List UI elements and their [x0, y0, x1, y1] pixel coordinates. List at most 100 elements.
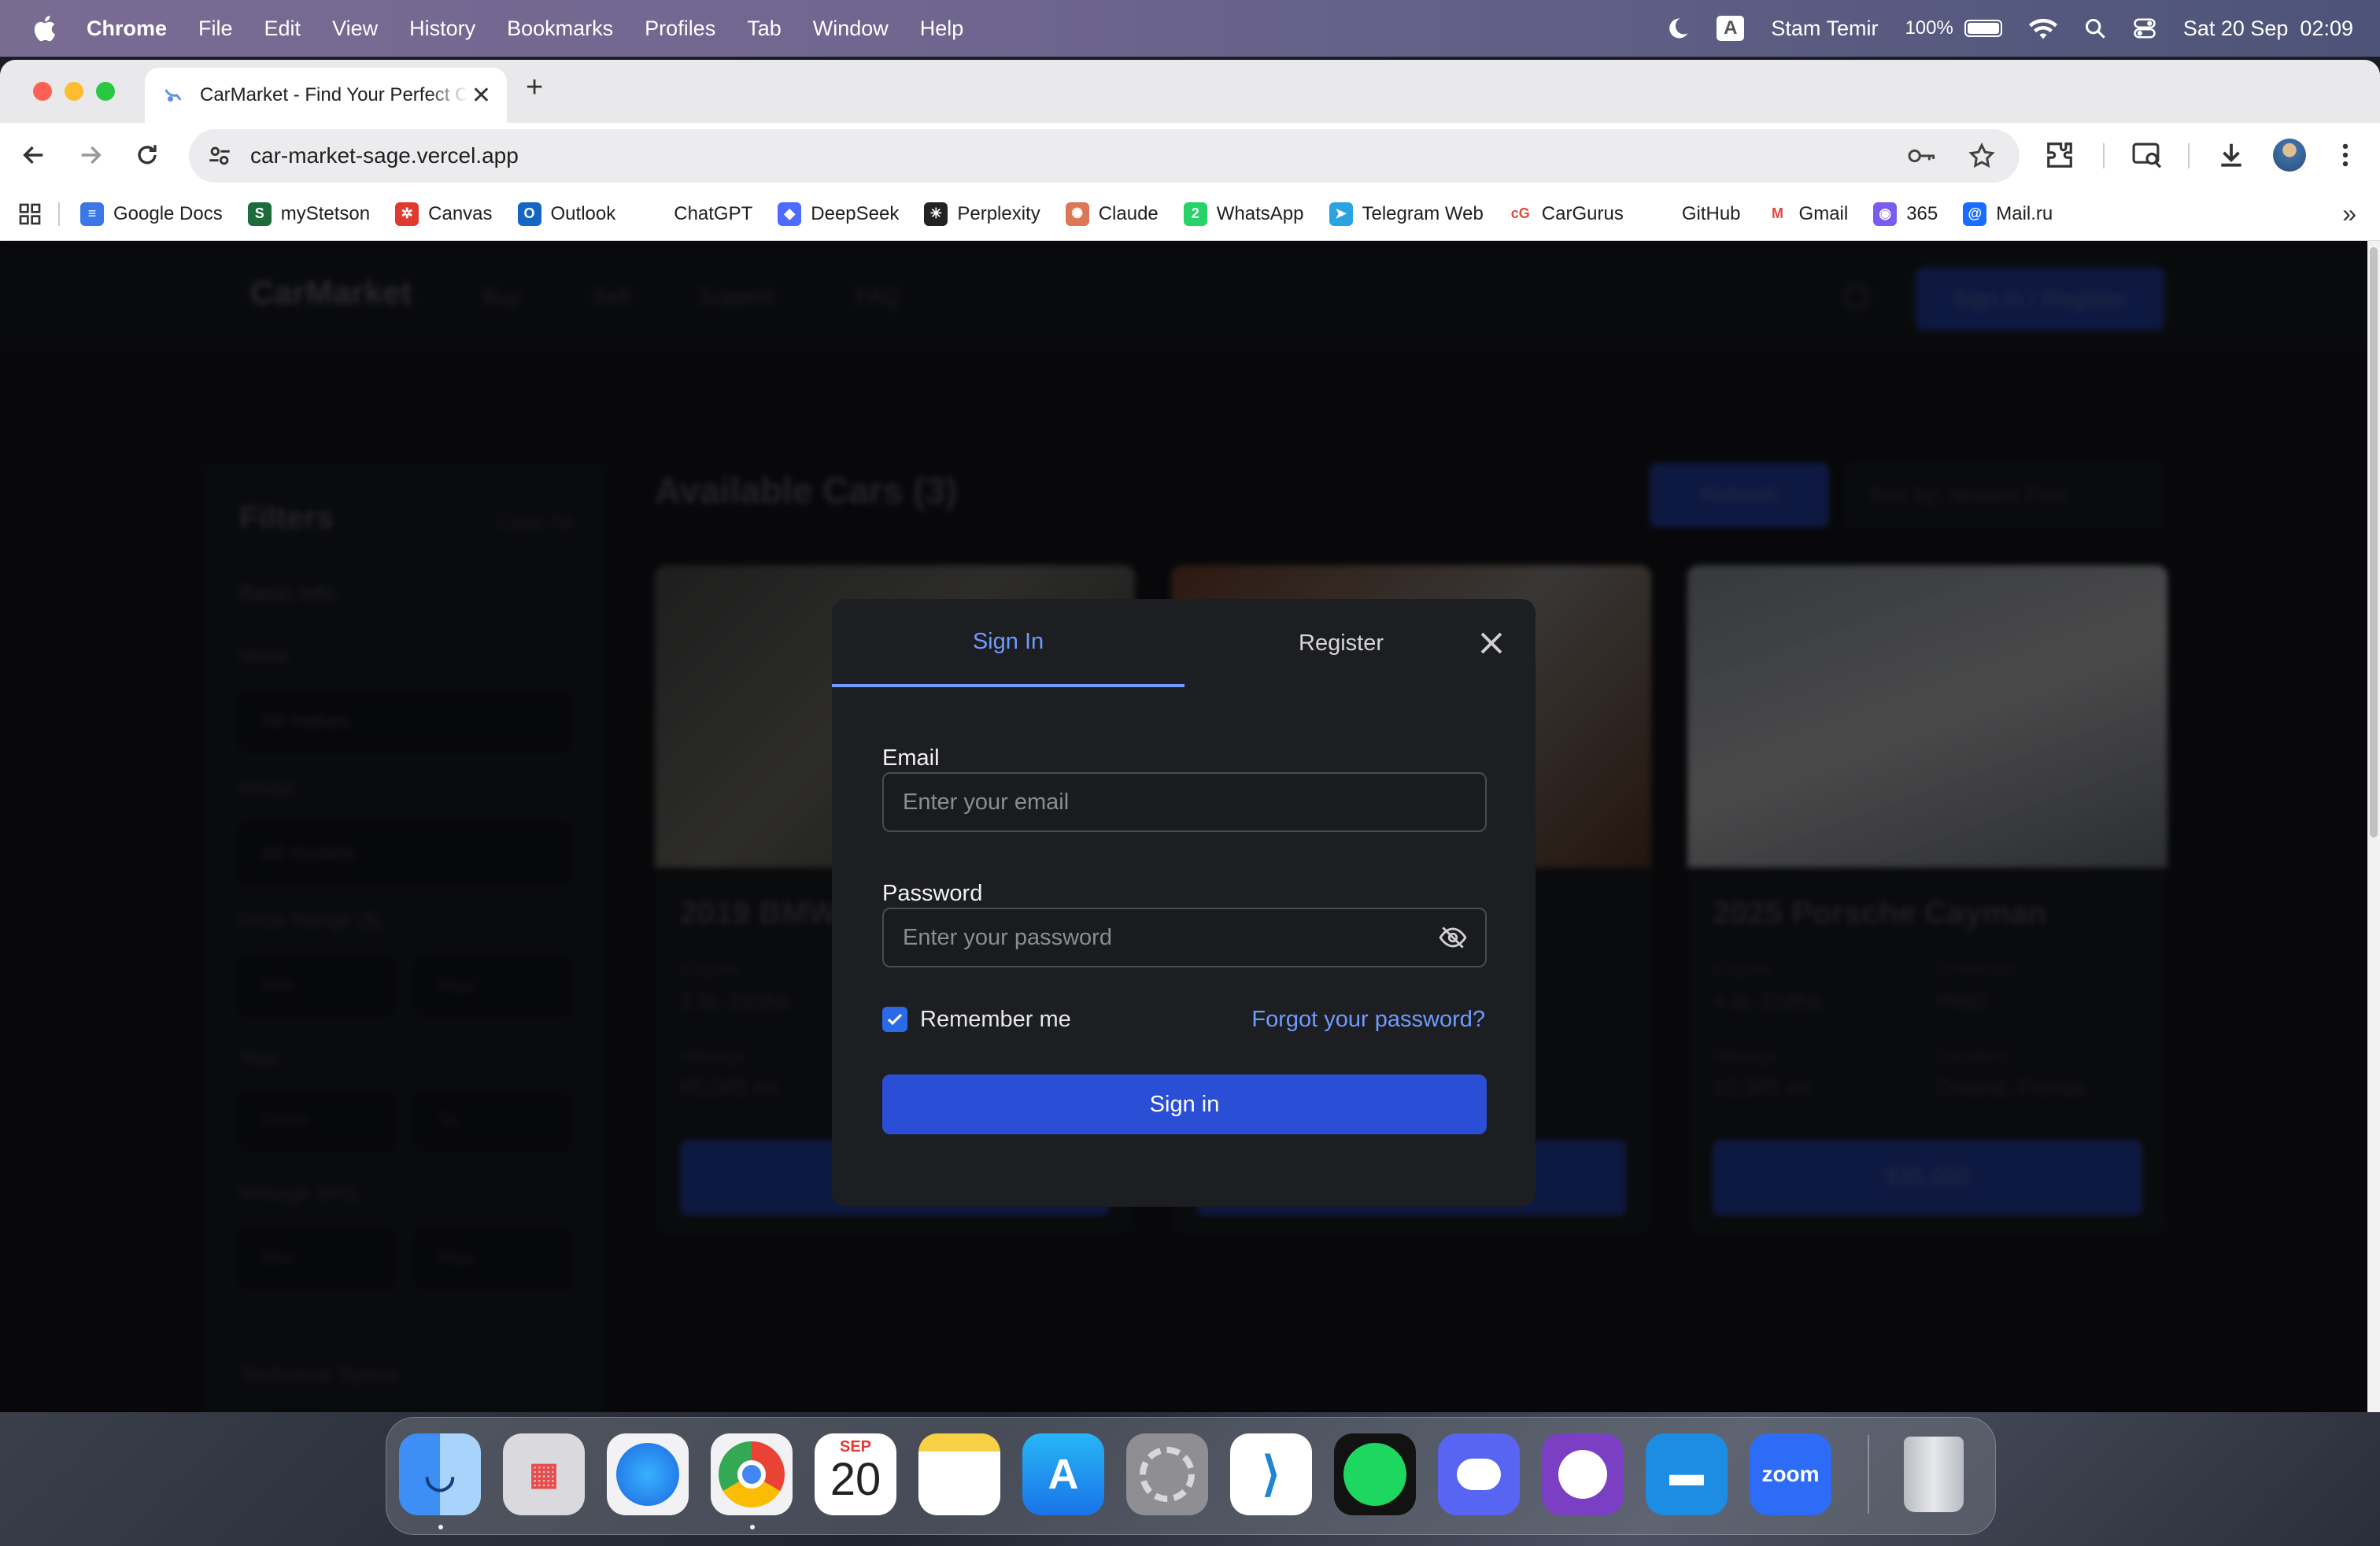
- finder-icon[interactable]: ◡: [399, 1433, 481, 1515]
- address-bar[interactable]: car-market-sage.vercel.app: [189, 129, 2020, 183]
- system-settings-icon[interactable]: [1126, 1433, 1208, 1515]
- reload-icon[interactable]: [134, 142, 161, 168]
- discord-icon[interactable]: [1438, 1433, 1520, 1515]
- tab-search-icon[interactable]: [2131, 140, 2163, 170]
- site-info-icon[interactable]: [206, 142, 233, 169]
- toolbar-divider: [2188, 143, 2190, 168]
- control-center-icon[interactable]: [2133, 17, 2156, 40]
- bookmark-gmail[interactable]: M Gmail: [1765, 202, 1849, 226]
- browser-tab[interactable]: CarMarket - Find Your Perfect Car ✕: [145, 68, 507, 123]
- close-icon[interactable]: [1477, 629, 1506, 657]
- menu-window[interactable]: Window: [813, 17, 889, 41]
- bookmark-github[interactable]: GitHub: [1648, 202, 1741, 226]
- spotify-icon[interactable]: [1334, 1433, 1416, 1515]
- docker-icon[interactable]: ▬: [1646, 1433, 1728, 1515]
- dock-divider: [1868, 1435, 1869, 1514]
- apps-grid-icon[interactable]: [17, 202, 42, 227]
- bookmark-claude[interactable]: ✺ Claude: [1065, 202, 1159, 226]
- minimize-window-button[interactable]: [65, 82, 83, 101]
- extensions-icon[interactable]: [2045, 140, 2075, 170]
- github-desktop-icon[interactable]: [1542, 1433, 1624, 1515]
- chrome-menu-icon[interactable]: [2334, 140, 2356, 170]
- safari-icon[interactable]: [607, 1433, 689, 1515]
- bookmark-chatgpt[interactable]: ChatGPT: [641, 202, 752, 226]
- user-name[interactable]: Stam Temir: [1771, 17, 1878, 41]
- bookmark-canvas[interactable]: ✲ Canvas: [395, 202, 493, 226]
- profile-avatar[interactable]: [2273, 139, 2306, 172]
- bookmark-label: WhatsApp: [1216, 202, 1304, 224]
- more-bookmarks-icon[interactable]: »: [2342, 199, 2356, 228]
- browser-toolbar: car-market-sage.vercel.app: [0, 123, 2380, 187]
- url-text[interactable]: car-market-sage.vercel.app: [250, 143, 519, 168]
- moon-icon[interactable]: [1666, 17, 1690, 40]
- menu-view[interactable]: View: [332, 17, 378, 41]
- bookmark-telegram-web[interactable]: ➤ Telegram Web: [1329, 202, 1484, 226]
- menu-tab[interactable]: Tab: [747, 17, 782, 41]
- bookmark-365[interactable]: ◉ 365: [1873, 202, 1938, 226]
- bookmark-label: DeepSeek: [811, 202, 900, 224]
- bookmark-favicon-icon: O: [517, 202, 541, 226]
- menu-profiles[interactable]: Profiles: [645, 17, 715, 41]
- remember-me-checkbox[interactable]: [882, 1007, 907, 1032]
- close-tab-icon[interactable]: ✕: [471, 82, 491, 109]
- tab-sign-in[interactable]: Sign In: [832, 599, 1184, 687]
- menu-help[interactable]: Help: [920, 17, 964, 41]
- vscode-icon[interactable]: ⟩: [1230, 1433, 1312, 1515]
- bookmark-favicon-icon: [641, 202, 665, 226]
- tab-title: CarMarket - Find Your Perfect Car: [200, 84, 468, 105]
- clock[interactable]: Sat 20 Sep 02:09: [2183, 17, 2353, 41]
- bookmark-cargurus[interactable]: cG CarGurus: [1508, 202, 1624, 226]
- email-field[interactable]: Enter your email: [882, 772, 1487, 832]
- running-indicator: [438, 1525, 443, 1529]
- menu-history[interactable]: History: [409, 17, 475, 41]
- bookmark-favicon-icon: 2: [1183, 202, 1207, 226]
- zoom-icon[interactable]: zoom: [1750, 1433, 1831, 1515]
- bookmark-perplexity[interactable]: ✳ Perplexity: [924, 202, 1040, 226]
- downloads-icon[interactable]: [2216, 140, 2246, 170]
- launchpad-icon[interactable]: ▦: [503, 1433, 585, 1515]
- bookmark-label: Google Docs: [113, 202, 223, 224]
- bookmark-star-icon[interactable]: [1968, 142, 1996, 170]
- password-field[interactable]: Enter your password: [882, 908, 1487, 967]
- bookmark-deepseek[interactable]: ◆ DeepSeek: [778, 202, 899, 226]
- new-tab-button[interactable]: +: [526, 71, 543, 105]
- forgot-password-link[interactable]: Forgot your password?: [1251, 1007, 1485, 1033]
- back-icon[interactable]: [20, 142, 47, 168]
- menu-file[interactable]: File: [198, 17, 233, 41]
- remember-me-label[interactable]: Remember me: [920, 1007, 1071, 1033]
- bookmark-google-docs[interactable]: ≡ Google Docs: [80, 202, 223, 226]
- menu-edit[interactable]: Edit: [264, 17, 301, 41]
- bookmark-mystetson[interactable]: SmyStetson: [247, 202, 370, 226]
- battery-icon[interactable]: [1964, 20, 2002, 37]
- chrome-icon[interactable]: [711, 1433, 793, 1515]
- bookmark-label: CarGurus: [1541, 202, 1624, 224]
- bookmark-label: Perplexity: [957, 202, 1040, 224]
- wifi-icon[interactable]: [2028, 17, 2057, 39]
- menu-app-name[interactable]: Chrome: [87, 17, 167, 41]
- search-icon[interactable]: [2084, 17, 2106, 39]
- email-placeholder: Enter your email: [903, 789, 1070, 815]
- sign-in-button[interactable]: Sign in: [882, 1074, 1487, 1134]
- input-source-indicator[interactable]: A: [1717, 16, 1745, 41]
- menu-bookmarks[interactable]: Bookmarks: [507, 17, 613, 41]
- bookmark-mail-ru[interactable]: @ Mail.ru: [1963, 202, 2053, 226]
- forward-icon[interactable]: [77, 142, 104, 168]
- bookmark-favicon-icon: ✲: [395, 202, 419, 226]
- bookmark-favicon-icon: ➤: [1329, 202, 1353, 226]
- bookmark-label: 365: [1906, 202, 1938, 224]
- page-scrollbar[interactable]: [2367, 241, 2380, 1412]
- calendar-icon[interactable]: SEP 20: [815, 1433, 896, 1515]
- app-store-icon[interactable]: A: [1022, 1433, 1104, 1515]
- scrollbar-thumb[interactable]: [2370, 247, 2378, 838]
- bookmark-outlook[interactable]: O Outlook: [517, 202, 615, 226]
- bookmark-whatsapp[interactable]: 2 WhatsApp: [1183, 202, 1304, 226]
- trash-icon[interactable]: [1893, 1433, 1975, 1515]
- eye-off-icon[interactable]: [1438, 923, 1468, 952]
- battery-percent: 100%: [1905, 17, 1953, 39]
- bookmark-label: Gmail: [1798, 202, 1849, 224]
- close-window-button[interactable]: [33, 82, 52, 101]
- apple-icon[interactable]: [31, 14, 57, 43]
- password-key-icon[interactable]: [1906, 144, 1938, 168]
- zoom-window-button[interactable]: [96, 82, 115, 101]
- notes-icon[interactable]: [918, 1433, 1000, 1515]
